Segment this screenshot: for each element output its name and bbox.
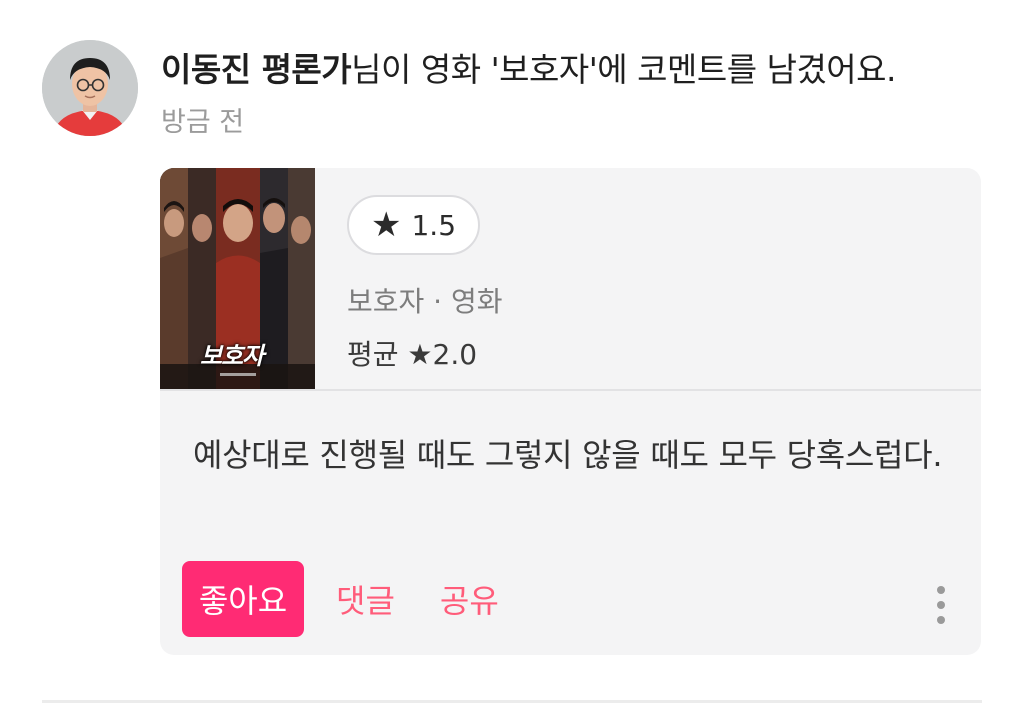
movie-info-section[interactable]: 보호자 ★ 1.5 보호자 · 영화 평균 ★2.0 (160, 168, 981, 391)
feed-headline: 이동진 평론가님이 영화 '보호자'에 코멘트를 남겼어요. (161, 46, 991, 94)
like-button[interactable]: 좋아요 (182, 561, 304, 637)
user-rating-value: 1.5 (411, 208, 457, 242)
movie-poster[interactable]: 보호자 (160, 168, 315, 389)
reply-button[interactable]: 댓글 (336, 576, 395, 622)
share-button[interactable]: 공유 (440, 576, 499, 622)
star-icon: ★ (371, 205, 402, 245)
author-avatar[interactable] (42, 40, 138, 136)
comment-text[interactable]: 예상대로 진행될 때도 그렇지 않을 때도 모두 당혹스럽다. (193, 431, 943, 479)
action-bar: 좋아요 댓글 공유 (182, 561, 499, 637)
average-rating: 평균 ★2.0 (347, 338, 478, 371)
poster-title: 보호자 (200, 342, 264, 370)
vertical-ellipsis-icon[interactable] (931, 585, 951, 625)
feed-divider (42, 700, 982, 703)
author-name[interactable]: 이동진 평론가 (161, 50, 352, 89)
action-text: 님이 영화 '보호자'에 코멘트를 남겼어요. (351, 50, 897, 89)
timestamp: 방금 전 (161, 107, 245, 138)
movie-title-type[interactable]: 보호자 · 영화 (347, 282, 503, 322)
user-rating-pill[interactable]: ★ 1.5 (347, 195, 481, 255)
comment-card[interactable]: 보호자 ★ 1.5 보호자 · 영화 평균 ★2.0 예상대로 진행될 때도 그… (160, 168, 981, 655)
